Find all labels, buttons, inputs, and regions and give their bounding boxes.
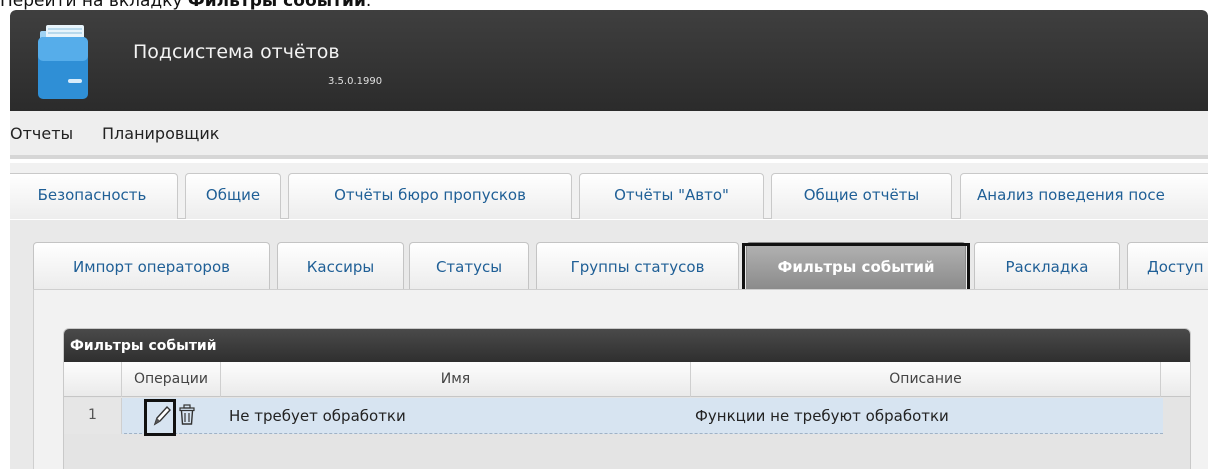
- tab-auto-reports[interactable]: Отчёты "Авто": [579, 173, 764, 219]
- app-header: Подсистема отчётов 3.5.0.1990: [10, 10, 1208, 111]
- folder-logo-icon: [38, 25, 88, 99]
- menu-bar: Отчеты Планировщик: [10, 111, 1208, 159]
- row-description: Функции не требуют обработки: [695, 407, 949, 425]
- header-rownum: [64, 362, 122, 397]
- menu-item-reports[interactable]: Отчеты: [10, 124, 73, 143]
- trash-icon[interactable]: [178, 404, 196, 430]
- tab-event-filters[interactable]: Фильтры событий: [746, 242, 966, 289]
- tab-cashiers[interactable]: Кассиры: [277, 242, 404, 289]
- app-title: Подсистема отчётов: [133, 41, 340, 63]
- header-description[interactable]: Описание: [691, 362, 1161, 397]
- tab-statuses[interactable]: Статусы: [409, 242, 529, 289]
- tab-panel: Импорт операторов Кассиры Статусы Группы…: [10, 220, 1208, 469]
- report-subsystem-window: Подсистема отчётов 3.5.0.1990 Отчеты Пла…: [10, 10, 1208, 469]
- tab-access[interactable]: Доступ: [1127, 242, 1208, 289]
- tab-general[interactable]: Общие: [185, 173, 281, 219]
- event-filters-grid: Фильтры событий Операции Имя Описание 1: [63, 328, 1191, 469]
- tab-content: Фильтры событий Операции Имя Описание 1: [33, 289, 1208, 469]
- tab-status-groups[interactable]: Группы статусов: [536, 242, 739, 289]
- tab-operator-import[interactable]: Импорт операторов: [33, 242, 270, 289]
- tab-security[interactable]: Безопасность: [10, 173, 178, 219]
- header-name[interactable]: Имя: [221, 362, 691, 397]
- grid-title: Фильтры событий: [64, 329, 1190, 362]
- tab-layout[interactable]: Раскладка: [974, 242, 1120, 289]
- header-operations[interactable]: Операции: [122, 362, 221, 397]
- row-name: Не требует обработки: [229, 407, 406, 425]
- highlight-frame-edit: [144, 399, 176, 436]
- tab-pass-office-reports[interactable]: Отчёты бюро пропусков: [288, 173, 572, 219]
- tab-visitor-behavior-analysis[interactable]: Анализ поведения посе: [960, 173, 1208, 219]
- menu-item-scheduler[interactable]: Планировщик: [102, 124, 219, 143]
- grid-header: Операции Имя Описание: [64, 362, 1190, 397]
- row-number: 1: [64, 398, 122, 434]
- tab-common-reports[interactable]: Общие отчёты: [771, 173, 952, 219]
- app-version: 3.5.0.1990: [328, 76, 383, 87]
- top-tab-bar: Безопасность Общие Отчёты бюро пропусков…: [10, 163, 1208, 219]
- table-row[interactable]: 1 Не требует обработки Функции не требую…: [64, 398, 1163, 436]
